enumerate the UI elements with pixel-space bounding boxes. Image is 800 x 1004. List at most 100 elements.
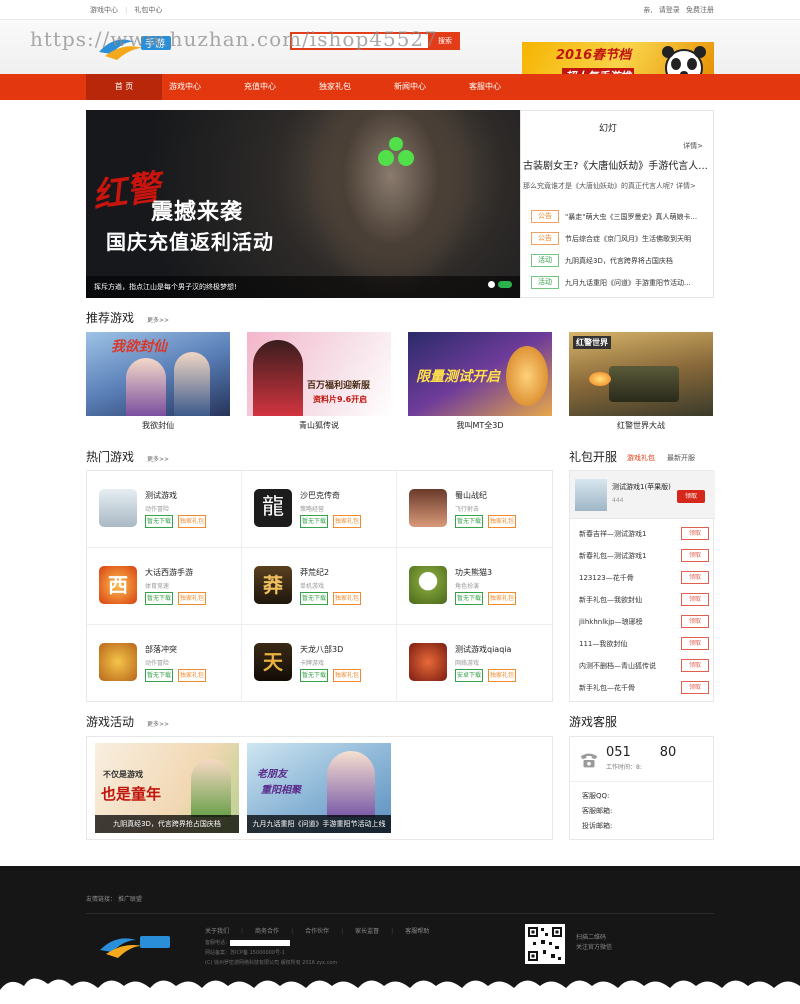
gift-item-text[interactable]: 新春吉祥—测试游戏1 xyxy=(579,529,675,539)
tab-game-gifts[interactable]: 游戏礼包 xyxy=(627,453,655,463)
qr-code xyxy=(525,924,565,964)
footer-link-about[interactable]: 关于我们 xyxy=(205,928,229,935)
gift-item-text[interactable]: 新手礼包—花千骨 xyxy=(579,683,675,693)
game-name: 我欲封仙 xyxy=(142,421,174,430)
gift-center-link[interactable]: 礼包中心 xyxy=(134,6,162,14)
tab-new-servers[interactable]: 最新开服 xyxy=(667,453,695,463)
claim-button[interactable]: 领取 xyxy=(681,571,709,584)
recommend-card[interactable]: 百万福利迎新服 资料片9.6开启 青山狐传说 xyxy=(247,332,391,432)
game-icon xyxy=(99,489,137,527)
game-category: 体育竞速 xyxy=(145,583,170,590)
gift-button[interactable]: 独家礼包 xyxy=(178,592,206,605)
hot-game-item[interactable]: 西 大话西游手游 体育竞速 暂无下载 独家礼包 xyxy=(87,548,242,625)
claim-button[interactable]: 领取 xyxy=(681,527,709,540)
activities-more-link[interactable]: 更多>> xyxy=(147,719,169,728)
download-button[interactable]: 暂无下载 xyxy=(300,515,328,528)
footer-clouds-decoration xyxy=(0,978,800,1004)
download-button[interactable]: 暂无下载 xyxy=(145,669,173,682)
footer-link-partners[interactable]: 合作伙伴 xyxy=(305,928,329,935)
news-headline[interactable]: 古装剧女王?《大唐仙妖劫》手游代言人... xyxy=(523,157,713,172)
hot-game-item[interactable]: 天 天龙八部3D 卡牌游戏 暂无下载 独家礼包 xyxy=(242,625,397,702)
gift-item-text[interactable]: 内测不删档—青山狐传说 xyxy=(579,661,675,671)
download-button[interactable]: 暂无下载 xyxy=(145,515,173,528)
claim-button[interactable]: 领取 xyxy=(681,615,709,628)
gift-button[interactable]: 独家礼包 xyxy=(333,515,361,528)
notice-tag: 公告 xyxy=(531,210,559,223)
hot-game-item[interactable]: 部落冲突 动作冒险 暂无下载 独家礼包 xyxy=(87,625,242,702)
footer-link-parents[interactable]: 家长监督 xyxy=(355,928,379,935)
hot-game-item[interactable]: 龍 沙巴克传奇 策略经营 暂无下载 独家礼包 xyxy=(242,471,397,548)
service-email[interactable]: 客服邮箱: xyxy=(582,806,612,816)
nav-game-center[interactable]: 游戏中心 xyxy=(147,74,223,100)
gift-button[interactable]: 独家礼包 xyxy=(488,669,516,682)
download-button[interactable]: 暂无下载 xyxy=(300,592,328,605)
game-name: 功夫熊猫3 xyxy=(455,568,493,577)
nav-gifts[interactable]: 独家礼包 xyxy=(297,74,373,100)
top-bar: 游戏中心 | 礼包中心 亲, 请登录 免费注册 xyxy=(0,0,800,20)
register-link[interactable]: 免费注册 xyxy=(686,6,714,14)
nav-service[interactable]: 客服中心 xyxy=(447,74,523,100)
claim-button[interactable]: 领取 xyxy=(681,681,709,694)
claim-button[interactable]: 领取 xyxy=(677,490,705,503)
news-item[interactable]: 公告 "暴走"萌大虫《三国罗曼史》真人萌娘卡... xyxy=(531,207,709,227)
game-name: 莽荒纪2 xyxy=(300,568,330,577)
news-headline-summary: 那么究竟谁才是《大唐仙妖劫》的真正代言人呢? 详情> xyxy=(523,182,696,190)
news-item[interactable]: 活动 九月九话重阳《问道》手游重阳节活动... xyxy=(531,273,709,293)
hero-slider[interactable]: 红警 震撼来袭 国庆充值返利活动 挥斥方遒，指点江山是每个男子汉的终极梦想! xyxy=(86,110,520,298)
gift-button[interactable]: 独家礼包 xyxy=(333,669,361,682)
gift-item-text[interactable]: jlihkhnlkjp—琅琊榜 xyxy=(579,617,675,627)
slider-dot-active[interactable] xyxy=(498,281,512,288)
news-item[interactable]: 公告 节后综合症《京门风月》生活佛歌到天明 xyxy=(531,229,709,249)
recommend-card[interactable]: 我欲封仙 我欲封仙 xyxy=(86,332,230,432)
account-links: 亲, 请登录 免费注册 xyxy=(643,5,714,15)
download-button[interactable]: 安卓下载 xyxy=(455,669,483,682)
hot-game-item[interactable]: 蜀山战纪 飞行射击 暂无下载 独家礼包 xyxy=(397,471,552,548)
activity-card[interactable]: 不仅是游戏 也是童年 九阴真经3D，代言跨界抢占国庆档 xyxy=(95,743,239,833)
gift-button[interactable]: 独家礼包 xyxy=(333,592,361,605)
claim-button[interactable]: 领取 xyxy=(681,593,709,606)
claim-button[interactable]: 领取 xyxy=(681,549,709,562)
download-button[interactable]: 暂无下载 xyxy=(455,515,483,528)
friend-link[interactable]: 推广联盟 xyxy=(118,896,142,903)
gift-button[interactable]: 独家礼包 xyxy=(178,515,206,528)
footer-link-business[interactable]: 商务合作 xyxy=(255,928,279,935)
game-center-link[interactable]: 游戏中心 xyxy=(90,6,118,14)
game-cover-image: 我欲封仙 xyxy=(86,332,230,416)
game-icon: 莽 xyxy=(254,566,292,604)
gift-button[interactable]: 独家礼包 xyxy=(488,592,516,605)
claim-button[interactable]: 领取 xyxy=(681,659,709,672)
footer-link-help[interactable]: 客服帮助 xyxy=(405,928,429,935)
news-more-link[interactable]: 详情> xyxy=(683,141,703,151)
gift-button[interactable]: 独家礼包 xyxy=(178,669,206,682)
hot-game-item[interactable]: 功夫熊猫3 角色扮演 暂无下载 独家礼包 xyxy=(397,548,552,625)
footer-logo[interactable] xyxy=(96,930,176,960)
cover-text: 限量测试开启 xyxy=(416,369,500,385)
recommend-card[interactable]: 限量测试开启 我叫MT全3D xyxy=(408,332,552,432)
recommend-card[interactable]: 红警世界 红警世界大战 xyxy=(569,332,713,432)
login-link[interactable]: 请登录 xyxy=(659,6,680,14)
gift-item-text[interactable]: 123123—花千骨 xyxy=(579,573,675,583)
nav-recharge[interactable]: 充值中心 xyxy=(222,74,298,100)
news-headline-more[interactable]: 详情> xyxy=(676,182,696,190)
service-qq[interactable]: 客服QQ: xyxy=(582,791,609,801)
hot-game-item[interactable]: 测试游戏qiaqia 网络游戏 安卓下载 独家礼包 xyxy=(397,625,552,702)
hot-more-link[interactable]: 更多>> xyxy=(147,454,169,463)
game-name: 测试游戏 xyxy=(145,491,177,500)
complaint-email[interactable]: 投诉邮箱: xyxy=(582,821,612,831)
claim-button[interactable]: 领取 xyxy=(681,637,709,650)
hot-game-item[interactable]: 测试游戏 动作冒险 暂无下载 独家礼包 xyxy=(87,471,242,548)
download-button[interactable]: 暂无下载 xyxy=(300,669,328,682)
gift-button[interactable]: 独家礼包 xyxy=(488,515,516,528)
recommend-more-link[interactable]: 更多>> xyxy=(147,315,169,324)
download-button[interactable]: 暂无下载 xyxy=(145,592,173,605)
greeting-text: 亲, xyxy=(643,6,653,14)
gift-item-text[interactable]: 新手礼包—我欲封仙 xyxy=(579,595,675,605)
hot-game-item[interactable]: 莽 莽荒纪2 单机游戏 暂无下载 独家礼包 xyxy=(242,548,397,625)
download-button[interactable]: 暂无下载 xyxy=(455,592,483,605)
gift-item-text[interactable]: 111—我欲封仙 xyxy=(579,639,675,649)
gift-item-text[interactable]: 新春礼包—测试游戏1 xyxy=(579,551,675,561)
slider-dot[interactable] xyxy=(488,281,495,288)
news-item[interactable]: 活动 九阴真经3D，代言跨界将占国庆档 xyxy=(531,251,709,271)
activity-card[interactable]: 老朋友 重阳相聚 九月九话重阳《问道》手游重阳节活动上线 xyxy=(247,743,391,833)
nav-news[interactable]: 新闻中心 xyxy=(372,74,448,100)
